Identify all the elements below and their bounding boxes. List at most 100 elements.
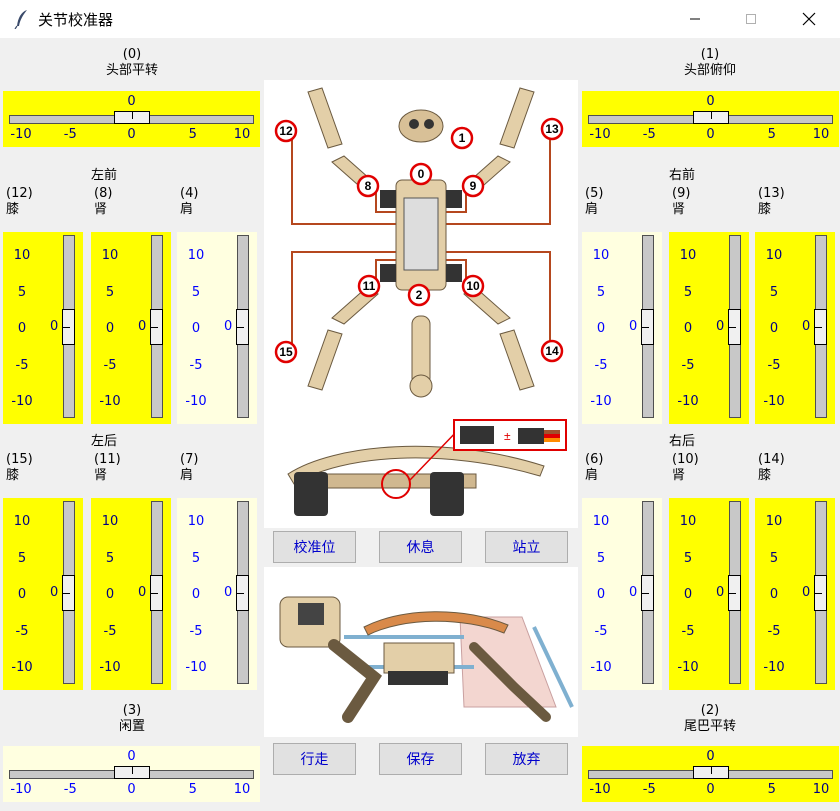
- joint-name: 肩: [585, 202, 599, 217]
- rest-button[interactable]: 休息: [379, 531, 462, 563]
- idle-slider[interactable]: 0 -10 -5 0 5 10: [3, 746, 260, 802]
- head-pan-caption: (0) 头部平转: [72, 47, 192, 79]
- right-front-title: 右前: [669, 168, 696, 183]
- slider-thumb[interactable]: [692, 766, 729, 779]
- joint-slider[interactable]: 10 5 0 -5 -10 0: [3, 498, 83, 690]
- slider-thumb[interactable]: [113, 111, 150, 124]
- slider-tick-label: 0: [706, 127, 715, 142]
- slider-tick-label: -5: [642, 782, 656, 797]
- slider-value: 0: [629, 318, 638, 334]
- slider-tick-label: -10: [11, 660, 33, 675]
- joint-marker-label: 10: [466, 279, 480, 293]
- slider-thumb[interactable]: [728, 308, 741, 345]
- joint-slider[interactable]: 10 5 0 -5 -10 0: [582, 232, 662, 424]
- joint-slider[interactable]: 10 5 0 -5 -10 0: [669, 232, 749, 424]
- slider-tick-label: 5: [767, 782, 776, 797]
- joint-slider[interactable]: 10 5 0 -5 -10 0: [755, 498, 835, 690]
- minimize-button[interactable]: [672, 0, 718, 38]
- joint-index: (10): [672, 452, 699, 467]
- head-tilt-slider[interactable]: 0 -10 -5 0 5 10: [582, 91, 839, 147]
- slider-tick-label: -10: [677, 394, 699, 409]
- slider-value: 0: [706, 749, 715, 764]
- slider-tick-label: -5: [103, 357, 117, 373]
- slider-thumb[interactable]: [814, 308, 827, 345]
- joint-slider[interactable]: 10 5 0 -5 -10 0: [755, 232, 835, 424]
- joint-slider[interactable]: 10 5 0 -5 -10 0: [3, 232, 83, 424]
- slider-tick-label: 0: [769, 321, 779, 336]
- slider-thumb[interactable]: [641, 308, 654, 345]
- slider-tick-label: 5: [683, 550, 693, 566]
- slider-tick-label: 0: [683, 587, 693, 602]
- slider-tick-label: 10: [765, 514, 783, 529]
- slider-tick-label: -10: [763, 394, 785, 409]
- close-button[interactable]: [786, 0, 832, 38]
- abandon-button[interactable]: 放弃: [485, 743, 568, 775]
- joint-caption: (10) 肾: [672, 452, 699, 484]
- slider-thumb[interactable]: [236, 574, 249, 611]
- joint-slider[interactable]: 10 5 0 -5 -10 0: [177, 498, 257, 690]
- joint-name: 肩: [585, 468, 599, 483]
- slider-value: 0: [802, 318, 811, 334]
- slider-tick-label: 0: [596, 321, 606, 336]
- slider-tick-label: 0: [191, 321, 201, 336]
- joint-slider[interactable]: 10 5 0 -5 -10 0: [177, 232, 257, 424]
- joint-name: 膝: [758, 202, 772, 217]
- slider-thumb[interactable]: [113, 766, 150, 779]
- slider-value: 0: [802, 584, 811, 600]
- slider-value: 0: [50, 318, 59, 334]
- joint-caption: (14) 膝: [758, 452, 785, 484]
- slider-thumb[interactable]: [641, 574, 654, 611]
- walk-button[interactable]: 行走: [273, 743, 356, 775]
- joint-slider[interactable]: 10 5 0 -5 -10 0: [669, 498, 749, 690]
- head-pan-slider[interactable]: 0 -10 -5 0 5 10: [3, 91, 260, 147]
- slider-thumb[interactable]: [150, 574, 163, 611]
- stand-button[interactable]: 站立: [485, 531, 568, 563]
- joint-marker-label: 1: [459, 131, 466, 145]
- slider-tick-label: -5: [767, 623, 781, 639]
- joint-marker-label: 15: [279, 345, 293, 359]
- joint-index: (5): [585, 186, 604, 201]
- slider-value: 0: [716, 584, 725, 600]
- slider-thumb[interactable]: [150, 308, 163, 345]
- robot-calibration-pose-image: [264, 567, 578, 737]
- joint-caption: (12) 膝: [6, 186, 33, 218]
- idle-name: 闲置: [118, 719, 145, 734]
- joint-slider[interactable]: 10 5 0 -5 -10 0: [91, 498, 171, 690]
- maximize-button[interactable]: [728, 0, 774, 38]
- left-back-title: 左后: [91, 434, 118, 449]
- slider-thumb[interactable]: [692, 111, 729, 124]
- joint-caption: (11) 肾: [94, 452, 121, 484]
- slider-tick-label: 5: [105, 284, 115, 300]
- slider-thumb[interactable]: [62, 574, 75, 611]
- save-button[interactable]: 保存: [379, 743, 462, 775]
- calibrate-button[interactable]: 校准位: [273, 531, 356, 563]
- slider-tick-label: 10: [592, 514, 610, 529]
- left-front-title: 左前: [91, 168, 118, 183]
- joint-name: 膝: [6, 202, 20, 217]
- slider-tick-label: -5: [594, 623, 608, 639]
- head-tilt-index: (1): [700, 47, 720, 62]
- slider-tick-label: 0: [706, 782, 715, 797]
- slider-tick-label: -5: [15, 623, 29, 639]
- slider-tick-label: 0: [17, 587, 27, 602]
- slider-tick-label: 10: [679, 248, 697, 263]
- svg-text:±: ±: [504, 429, 511, 443]
- window-title: 关节校准器: [38, 11, 114, 29]
- slider-thumb[interactable]: [728, 574, 741, 611]
- slider-tick-label: -5: [594, 357, 608, 373]
- joint-slider[interactable]: 10 5 0 -5 -10 0: [91, 232, 171, 424]
- slider-tick-label: -10: [589, 127, 611, 142]
- joint-marker-label: 2: [416, 288, 423, 302]
- slider-thumb[interactable]: [236, 308, 249, 345]
- slider-thumb[interactable]: [814, 574, 827, 611]
- feather-icon: [14, 10, 27, 29]
- joint-slider[interactable]: 10 5 0 -5 -10 0: [582, 498, 662, 690]
- slider-tick-label: 10: [13, 514, 31, 529]
- joint-marker-label: 9: [470, 179, 477, 193]
- slider-tick-label: 0: [769, 587, 779, 602]
- slider-thumb[interactable]: [62, 308, 75, 345]
- slider-tick-label: 10: [187, 514, 205, 529]
- slider-tick-label: 0: [17, 321, 27, 336]
- slider-value: 0: [127, 94, 136, 109]
- tail-pan-slider[interactable]: 0 -10 -5 0 5 10: [582, 746, 839, 802]
